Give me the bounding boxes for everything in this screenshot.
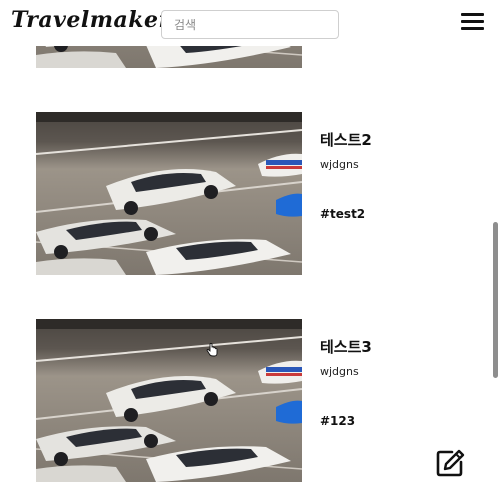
post-author: wjdgns	[320, 365, 359, 378]
post-tag[interactable]: #123	[320, 414, 355, 428]
post-author: wjdgns	[320, 158, 359, 171]
hamburger-menu-icon[interactable]	[461, 13, 485, 33]
brand-logo[interactable]: Travelmaker	[11, 7, 171, 33]
hand-cursor-icon	[206, 343, 218, 357]
post-title[interactable]: 테스트2	[320, 129, 372, 150]
post-image[interactable]	[36, 319, 302, 482]
write-post-button[interactable]	[435, 448, 465, 478]
post-image[interactable]	[36, 112, 302, 275]
edit-icon	[436, 449, 465, 477]
post-tag[interactable]: #test2	[320, 207, 365, 221]
scrollbar-thumb[interactable]	[493, 222, 498, 378]
post-title[interactable]: 테스트3	[320, 336, 372, 357]
top-navbar: Travelmaker	[0, 0, 500, 46]
search-input[interactable]	[161, 10, 339, 39]
